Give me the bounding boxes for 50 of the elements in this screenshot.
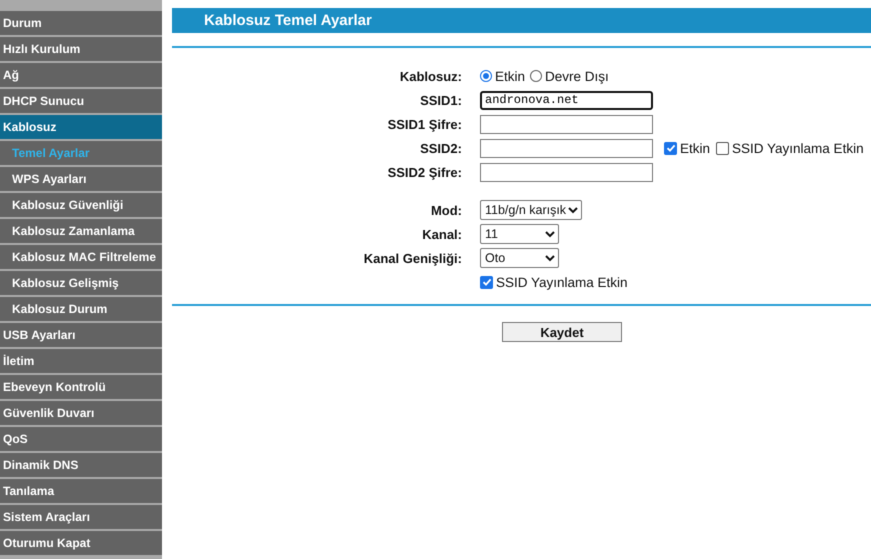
sidebar-item[interactable]: DHCP Sunucu — [0, 89, 162, 113]
page-title: Kablosuz Temel Ayarlar — [172, 8, 871, 33]
chevron-down-icon — [545, 230, 555, 238]
radio-label: Devre Dışı — [545, 68, 609, 84]
dropdown[interactable]: 11 — [480, 224, 559, 244]
sidebar-subitem[interactable]: Kablosuz MAC Filtreleme — [0, 245, 162, 269]
sidebar-subitem[interactable]: Kablosuz Gelişmiş — [0, 271, 162, 295]
checkbox[interactable] — [716, 142, 730, 154]
sidebar-item[interactable]: İletim — [0, 349, 162, 373]
radio-button[interactable] — [530, 70, 542, 82]
radio-label: Etkin — [495, 68, 526, 84]
sidebar-item[interactable]: Dinamik DNS — [0, 453, 162, 477]
field-label: Kablosuz: — [400, 68, 462, 84]
text-field[interactable] — [480, 162, 653, 182]
dropdown[interactable]: Oto — [480, 248, 559, 268]
field-label: Kanal Genişliği: — [364, 250, 462, 266]
chevron-down-icon — [545, 254, 555, 262]
checkbox[interactable] — [664, 142, 677, 154]
sidebar-item[interactable]: Hızlı Kurulum — [0, 37, 162, 61]
sidebar-item[interactable]: Güvenlik Duvarı — [0, 401, 162, 425]
field-label: SSID1: — [420, 92, 462, 108]
sidebar-item[interactable]: Ebeveyn Kontrolü — [0, 375, 162, 399]
radio-button[interactable] — [480, 70, 492, 82]
chevron-down-icon — [568, 206, 578, 214]
sidebar-item[interactable]: USB Ayarları — [0, 323, 162, 347]
text-field[interactable] — [480, 138, 653, 158]
checkbox-label: SSID Yayınlama Etkin — [732, 140, 864, 156]
sidebar-item[interactable]: Tanılama — [0, 479, 162, 503]
dropdown[interactable]: 11b/g/n karışık — [480, 200, 582, 220]
checkbox[interactable] — [480, 276, 493, 288]
field-label: SSID2: — [420, 140, 462, 156]
sidebar-item[interactable]: Oturumu Kapat — [0, 531, 162, 555]
sidebar-item[interactable]: Ağ — [0, 63, 162, 87]
field-label: SSID2 Şifre: — [388, 164, 462, 180]
sidebar-item[interactable]: Kablosuz — [0, 115, 162, 139]
field-label: Mod: — [430, 202, 462, 218]
text-field[interactable]: andronova.net — [480, 90, 653, 110]
text-field[interactable] — [480, 114, 653, 134]
sidebar-subitem[interactable]: WPS Ayarları — [0, 167, 162, 191]
sidebar-item[interactable]: Durum — [0, 11, 162, 35]
field-label: SSID1 Şifre: — [388, 116, 462, 132]
sidebar-item[interactable]: QoS — [0, 427, 162, 451]
checkbox-label: Etkin — [680, 140, 710, 156]
sidebar-subitem[interactable]: Kablosuz Zamanlama — [0, 219, 162, 243]
sidebar-subitem[interactable]: Kablosuz Güvenliği — [0, 193, 162, 217]
sidebar-subitem[interactable]: Kablosuz Durum — [0, 297, 162, 321]
field-label: Kanal: — [422, 226, 462, 242]
sidebar-item[interactable]: Sistem Araçları — [0, 505, 162, 529]
checkbox-label: SSID Yayınlama Etkin — [496, 274, 628, 290]
save-button[interactable]: Kaydet — [502, 322, 622, 342]
